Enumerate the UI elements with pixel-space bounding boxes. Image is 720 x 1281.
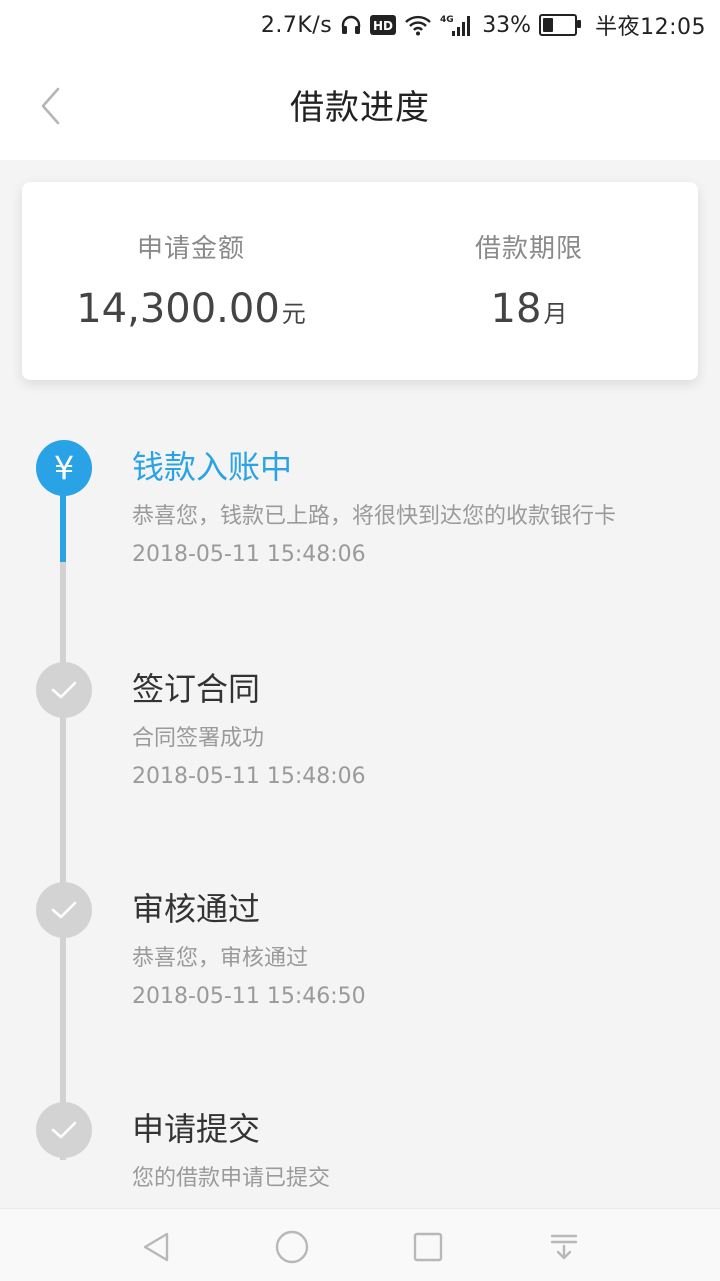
term-number: 18 — [490, 286, 542, 332]
hd-label: HD — [373, 19, 393, 33]
headphones-icon — [340, 14, 362, 36]
nav-back-button[interactable] — [136, 1227, 176, 1267]
term-unit: 月 — [543, 300, 568, 328]
network-type: 4G — [440, 15, 454, 25]
amount-number: 14,300.00 — [76, 286, 280, 332]
header: 借款进度 — [0, 50, 720, 160]
step-description: 合同签署成功 — [132, 726, 265, 751]
page-title: 借款进度 — [290, 88, 430, 128]
amount-label: 申请金额 — [136, 234, 245, 264]
step-description: 恭喜您，审核通过 — [132, 946, 309, 971]
check-icon — [36, 882, 92, 938]
term-column: 借款期限 18月 — [360, 182, 698, 380]
term-label: 借款期限 — [474, 234, 583, 264]
loan-summary-card: 申请金额 14,300.00元 借款期限 18月 — [22, 182, 698, 380]
step-description: 恭喜您，钱款已上路，将很快到达您的收款银行卡 — [132, 504, 617, 529]
status-bar: 2.7K/s HD 4G 33% 半夜12:05 — [0, 0, 720, 50]
battery-percent: 33% — [482, 12, 532, 38]
clock: 半夜12:05 — [595, 15, 706, 40]
yuan-icon: ¥ — [36, 440, 92, 496]
step-time: 2018-05-11 15:46:50 — [132, 984, 366, 1009]
signal-icon: 4G — [440, 13, 474, 37]
battery-icon — [539, 14, 582, 36]
status-bar-right: 2.7K/s HD 4G 33% 半夜12:05 — [261, 8, 706, 42]
net-speed: 2.7K/s — [260, 12, 333, 38]
wifi-icon — [404, 14, 432, 36]
nav-notification-button[interactable] — [544, 1227, 584, 1267]
timeline-line-inactive — [60, 562, 66, 1160]
step-title: 审核通过 — [132, 890, 261, 928]
nav-home-icon — [275, 1230, 309, 1264]
progress-timeline: ¥ 钱款入账中 恭喜您，钱款已上路，将很快到达您的收款银行卡 2018-05-1… — [0, 400, 720, 1220]
yuan-glyph: ¥ — [53, 449, 75, 487]
step-time: 2018-05-11 15:48:06 — [132, 542, 366, 567]
step-title: 钱款入账中 — [132, 448, 293, 486]
battery-shell — [539, 14, 582, 36]
nav-notification-icon — [550, 1234, 578, 1260]
check-icon — [36, 662, 92, 718]
nav-recent-button[interactable] — [408, 1227, 448, 1267]
amount-value: 14,300.00元 — [22, 286, 360, 332]
battery-fill — [543, 18, 553, 32]
system-navigation-bar — [0, 1208, 720, 1281]
nav-recent-icon — [413, 1232, 443, 1262]
hd-icon: HD — [370, 14, 397, 36]
amount-column: 申请金额 14,300.00元 — [22, 182, 360, 380]
step-time: 2018-05-11 15:48:06 — [132, 764, 366, 789]
nav-back-icon — [143, 1232, 169, 1262]
nav-home-button[interactable] — [272, 1227, 312, 1267]
step-description: 您的借款申请已提交 — [132, 1166, 331, 1191]
step-title: 签订合同 — [132, 670, 261, 708]
step-title: 申请提交 — [132, 1110, 261, 1148]
amount-unit: 元 — [281, 300, 306, 328]
check-icon — [36, 1102, 92, 1158]
term-value: 18月 — [360, 286, 698, 332]
